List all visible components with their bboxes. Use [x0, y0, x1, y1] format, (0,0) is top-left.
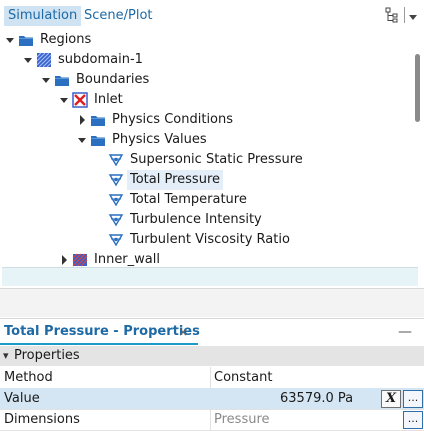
dropdown-arrow-icon[interactable]	[408, 11, 418, 26]
tree-item[interactable]: Total Temperature	[0, 190, 410, 210]
tree-info-bar	[2, 267, 418, 286]
properties-tab-bar: Total Pressure - Properties × —	[0, 318, 424, 345]
tree-item[interactable]: Turbulent Viscosity Ratio	[0, 230, 410, 250]
tree-item-label: subdomain-1	[58, 52, 143, 67]
folder-icon	[90, 132, 106, 148]
physics-value-icon	[108, 152, 124, 168]
active-tab-underline	[0, 343, 198, 345]
expanded-arrow-icon[interactable]	[40, 70, 52, 90]
pane-divider[interactable]	[0, 288, 424, 317]
tab-scene-plot[interactable]: Scene/Plot	[80, 6, 157, 26]
property-name: Dimensions	[4, 412, 80, 427]
tree-item-label: Physics Values	[112, 132, 207, 147]
ellipsis-button[interactable]: ...	[403, 390, 423, 408]
ellipsis-button[interactable]: ...	[403, 411, 423, 429]
inlet-boundary-icon	[72, 92, 88, 108]
simulation-tree: Regions subdomain-1 Boundaries Inlet Physics…	[0, 28, 412, 268]
physics-value-icon	[108, 232, 124, 248]
expanded-arrow-icon[interactable]	[76, 130, 88, 150]
tree-tab-bar: Simulation Scene/Plot	[0, 0, 424, 30]
tree-item[interactable]: Turbulence Intensity	[0, 210, 410, 230]
toolbar-separator	[404, 7, 405, 23]
tree-item-label: Inlet	[94, 92, 123, 107]
property-name: Value	[4, 391, 40, 406]
tree-item-label: Boundaries	[76, 72, 150, 87]
section-label: Properties	[14, 348, 80, 363]
tree-item-label: Regions	[40, 32, 92, 47]
region-icon	[36, 52, 52, 68]
tab-properties[interactable]: Total Pressure - Properties	[4, 322, 200, 342]
property-value: Pressure	[214, 412, 270, 427]
tree-item-label: Turbulent Viscosity Ratio	[130, 232, 290, 247]
physics-value-icon	[108, 212, 124, 228]
tree-item-label: Total Temperature	[130, 192, 247, 207]
tree-item-label: Total Pressure	[127, 170, 224, 190]
tree-item[interactable]: Regions	[0, 30, 410, 50]
collapsed-arrow-icon[interactable]	[58, 250, 70, 268]
property-name: Method	[4, 370, 53, 385]
property-row-dimensions[interactable]: Dimensions Pressure ...	[0, 409, 424, 431]
tree-item-label: Physics Conditions	[112, 112, 234, 127]
tab-simulation[interactable]: Simulation	[4, 6, 82, 26]
property-value[interactable]: 63579.0 Pa	[280, 388, 353, 409]
tree-item-label: Turbulence Intensity	[130, 212, 262, 227]
folder-icon	[54, 72, 70, 88]
tree-view-icon[interactable]	[384, 7, 400, 23]
folder-icon	[18, 32, 34, 48]
close-icon[interactable]: ×	[178, 322, 188, 342]
property-row-method[interactable]: Method Constant	[0, 367, 424, 389]
tree-item[interactable]: Total Pressure	[0, 170, 410, 190]
simulation-tree-pane: Simulation Scene/Plot Regions subdomain-1…	[0, 0, 424, 318]
tree-scrollbar[interactable]	[412, 30, 422, 270]
tree-item[interactable]: Supersonic Static Pressure	[0, 150, 410, 170]
tree-item-label: Supersonic Static Pressure	[130, 152, 303, 167]
property-value[interactable]: Constant	[214, 367, 272, 388]
folder-icon	[90, 112, 106, 128]
expanded-arrow-icon[interactable]	[4, 30, 16, 50]
expanded-arrow-icon[interactable]	[22, 50, 34, 70]
collapsed-arrow-icon[interactable]	[76, 110, 88, 130]
physics-value-icon	[108, 192, 124, 208]
tree-scrollbar-thumb[interactable]	[415, 54, 420, 122]
tree-item[interactable]: Inner_wall	[0, 250, 410, 268]
wall-boundary-icon	[72, 252, 88, 268]
physics-value-icon	[108, 172, 124, 188]
toolbar-icons	[384, 7, 418, 25]
tree-item[interactable]: Boundaries	[0, 70, 410, 90]
tree-item-label: Inner_wall	[94, 252, 160, 267]
tree-item[interactable]: Physics Values	[0, 130, 410, 150]
tree-item[interactable]: subdomain-1	[0, 50, 410, 70]
properties-section-header[interactable]: ▾ Properties	[0, 346, 424, 366]
expanded-arrow-icon[interactable]	[58, 90, 70, 110]
property-row-value[interactable]: Value 63579.0 Pa X ...	[0, 388, 424, 410]
expression-x-button[interactable]: X	[381, 390, 401, 408]
tree-item[interactable]: Physics Conditions	[0, 110, 410, 130]
tree-item[interactable]: Inlet	[0, 90, 410, 110]
minimize-icon[interactable]: —	[398, 322, 412, 342]
collapse-triangle-icon[interactable]: ▾	[3, 346, 9, 366]
